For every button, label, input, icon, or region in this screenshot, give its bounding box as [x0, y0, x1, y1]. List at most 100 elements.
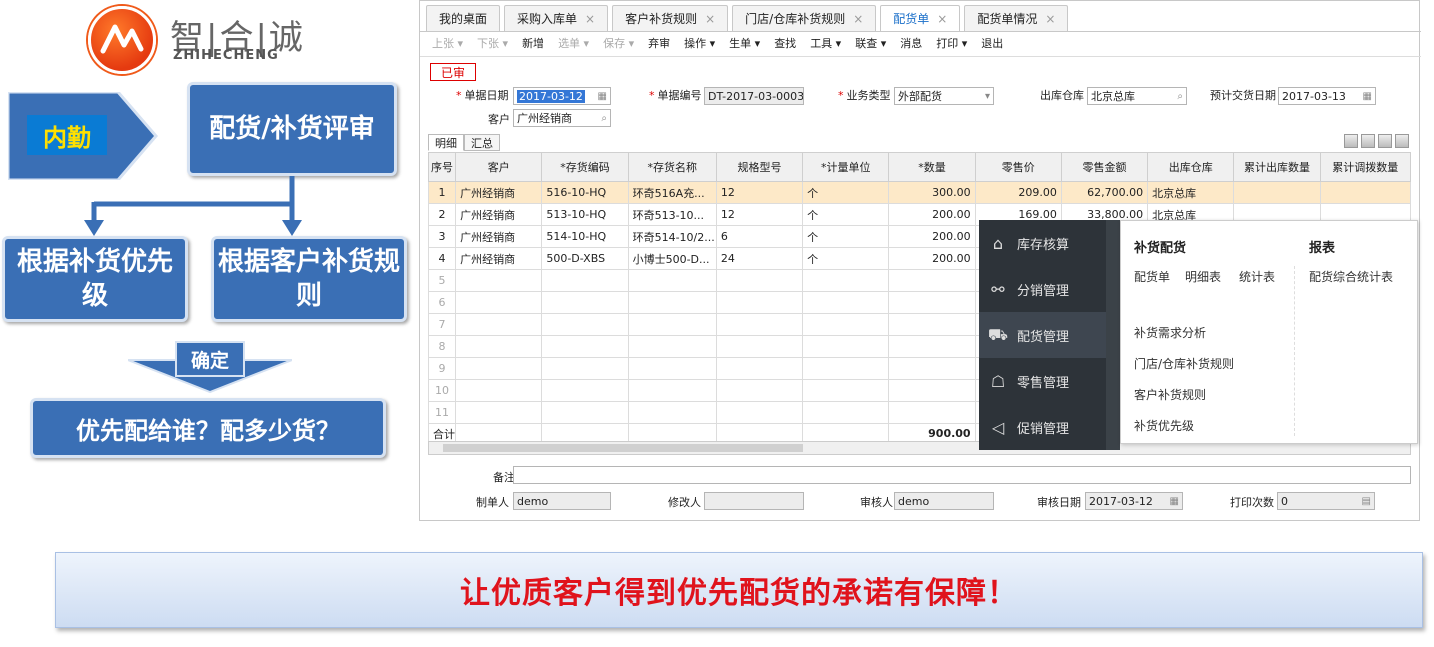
- tab-2[interactable]: 客户补货规则 ×: [612, 5, 729, 31]
- tab-0[interactable]: 我的桌面: [426, 5, 501, 31]
- menu-item-1[interactable]: ⚯ 分销管理: [979, 266, 1106, 312]
- table-cell[interactable]: [541, 357, 629, 380]
- table-cell[interactable]: [715, 313, 804, 336]
- toolbar-button-13[interactable]: 退出: [981, 35, 1003, 53]
- link-comprehensive-report[interactable]: 配货综合统计表: [1309, 268, 1393, 285]
- scroll-thumb[interactable]: [443, 444, 803, 452]
- table-cell[interactable]: [802, 291, 890, 314]
- search-icon[interactable]: ⌕: [601, 113, 607, 124]
- toolbar-button-0[interactable]: 上张 ▾: [432, 35, 463, 53]
- toolbar-button-6[interactable]: 操作 ▾: [684, 35, 715, 53]
- tab-3[interactable]: 门店/仓库补货规则 ×: [732, 5, 877, 31]
- chevron-down-icon[interactable]: ▾: [985, 91, 990, 102]
- table-cell[interactable]: 514-10-HQ: [541, 225, 629, 248]
- table-cell[interactable]: 10: [427, 379, 457, 402]
- table-cell[interactable]: [802, 269, 890, 292]
- table-cell[interactable]: [627, 401, 717, 424]
- table-cell[interactable]: [888, 269, 976, 292]
- table-cell[interactable]: [715, 401, 804, 424]
- menu-item-0[interactable]: ⌂ 库存核算: [979, 220, 1106, 266]
- table-cell[interactable]: 62,700.00: [1060, 181, 1149, 204]
- table-cell[interactable]: 11: [427, 401, 457, 424]
- table-cell[interactable]: [802, 357, 890, 380]
- toolbar-button-5[interactable]: 弃审: [648, 35, 670, 53]
- table-cell[interactable]: [541, 335, 629, 358]
- column-header[interactable]: *计量单位: [802, 152, 890, 182]
- menu-item-3[interactable]: ☖ 零售管理: [979, 358, 1106, 404]
- table-cell[interactable]: [455, 335, 543, 358]
- link-stat-report[interactable]: 统计表: [1239, 268, 1275, 285]
- link-store-rule[interactable]: 门店/仓库补货规则: [1134, 355, 1234, 372]
- date-field[interactable]: 2017-03-12 ▦: [513, 87, 611, 105]
- toolbar-button-1[interactable]: 下张 ▾: [477, 35, 508, 53]
- table-cell[interactable]: [888, 379, 976, 402]
- table-cell[interactable]: 200.00: [888, 247, 976, 270]
- table-cell[interactable]: [541, 291, 629, 314]
- table-cell[interactable]: [1319, 181, 1412, 204]
- column-header[interactable]: 累计调拨数量: [1319, 152, 1412, 182]
- table-cell[interactable]: 个: [802, 203, 890, 226]
- remark-field[interactable]: [513, 466, 1411, 484]
- table-cell[interactable]: [455, 291, 543, 314]
- table-cell[interactable]: [888, 335, 976, 358]
- table-cell[interactable]: 5: [427, 269, 457, 292]
- table-cell[interactable]: 1: [427, 181, 457, 204]
- table-cell[interactable]: 广州经销商: [455, 181, 543, 204]
- table-cell[interactable]: [455, 357, 543, 380]
- toolbar-button-3[interactable]: 选单 ▾: [558, 35, 589, 53]
- table-cell[interactable]: 个: [802, 181, 890, 204]
- table-cell[interactable]: 广州经销商: [455, 203, 543, 226]
- table-cell[interactable]: 513-10-HQ: [541, 203, 629, 226]
- column-header[interactable]: *存货编码: [541, 152, 629, 182]
- table-cell[interactable]: [888, 401, 976, 424]
- link-customer-rule[interactable]: 客户补货规则: [1134, 386, 1206, 403]
- toolbar-button-4[interactable]: 保存 ▾: [603, 35, 634, 53]
- column-header[interactable]: 客户: [455, 152, 543, 182]
- close-icon[interactable]: ×: [705, 12, 715, 26]
- table-cell[interactable]: 个: [802, 225, 890, 248]
- table-row[interactable]: 1 广州经销商 516-10-HQ 环奇516A充... 12 个 300.00 209.00…: [427, 181, 1412, 204]
- table-cell[interactable]: [541, 401, 629, 424]
- table-cell[interactable]: 4: [427, 247, 457, 270]
- close-icon[interactable]: ×: [1045, 12, 1055, 26]
- table-cell[interactable]: 200.00: [888, 225, 976, 248]
- search-icon[interactable]: ⌕: [1177, 91, 1183, 102]
- table-cell[interactable]: [802, 401, 890, 424]
- table-cell[interactable]: [1233, 181, 1321, 204]
- table-cell[interactable]: 环奇513-10...: [627, 203, 717, 226]
- calendar-icon[interactable]: ▦: [1363, 91, 1372, 102]
- table-cell[interactable]: 7: [427, 313, 457, 336]
- table-cell[interactable]: 广州经销商: [455, 225, 543, 248]
- table-cell[interactable]: [715, 357, 804, 380]
- menu-item-2[interactable]: ⛟ 配货管理: [979, 312, 1106, 358]
- table-cell[interactable]: 6: [427, 291, 457, 314]
- column-header[interactable]: *存货名称: [627, 152, 717, 182]
- table-cell[interactable]: [888, 291, 976, 314]
- table-cell[interactable]: [541, 269, 629, 292]
- paste-icon[interactable]: [1361, 134, 1375, 148]
- table-cell[interactable]: 环奇516A充...: [627, 181, 717, 204]
- table-cell[interactable]: [715, 335, 804, 358]
- table-cell[interactable]: [802, 335, 890, 358]
- tab-5[interactable]: 配货单情况 ×: [964, 5, 1069, 31]
- toolbar-button-2[interactable]: 新增: [522, 35, 544, 53]
- table-cell[interactable]: [627, 269, 717, 292]
- table-cell[interactable]: 小博士500-D...: [627, 247, 717, 270]
- link-distribution-order[interactable]: 配货单: [1134, 268, 1170, 285]
- table-cell[interactable]: 300.00: [888, 181, 976, 204]
- menu-item-4[interactable]: ◁ 促销管理: [979, 404, 1106, 450]
- toolbar-button-10[interactable]: 联查 ▾: [855, 35, 886, 53]
- eta-field[interactable]: 2017-03-13 ▦: [1278, 87, 1376, 105]
- table-cell[interactable]: 8: [427, 335, 457, 358]
- column-header[interactable]: 规格型号: [715, 152, 804, 182]
- toolbar-button-8[interactable]: 查找: [774, 35, 796, 53]
- table-cell[interactable]: [627, 291, 717, 314]
- column-header[interactable]: 序号: [427, 152, 457, 182]
- column-header[interactable]: 零售价: [974, 152, 1062, 182]
- table-cell[interactable]: 北京总库: [1147, 181, 1235, 204]
- table-cell[interactable]: [455, 401, 543, 424]
- tab-1[interactable]: 采购入库单 ×: [504, 5, 609, 31]
- warehouse-field[interactable]: 北京总库 ⌕: [1087, 87, 1187, 105]
- toolbar-button-9[interactable]: 工具 ▾: [810, 35, 841, 53]
- toolbar-button-11[interactable]: 消息: [900, 35, 922, 53]
